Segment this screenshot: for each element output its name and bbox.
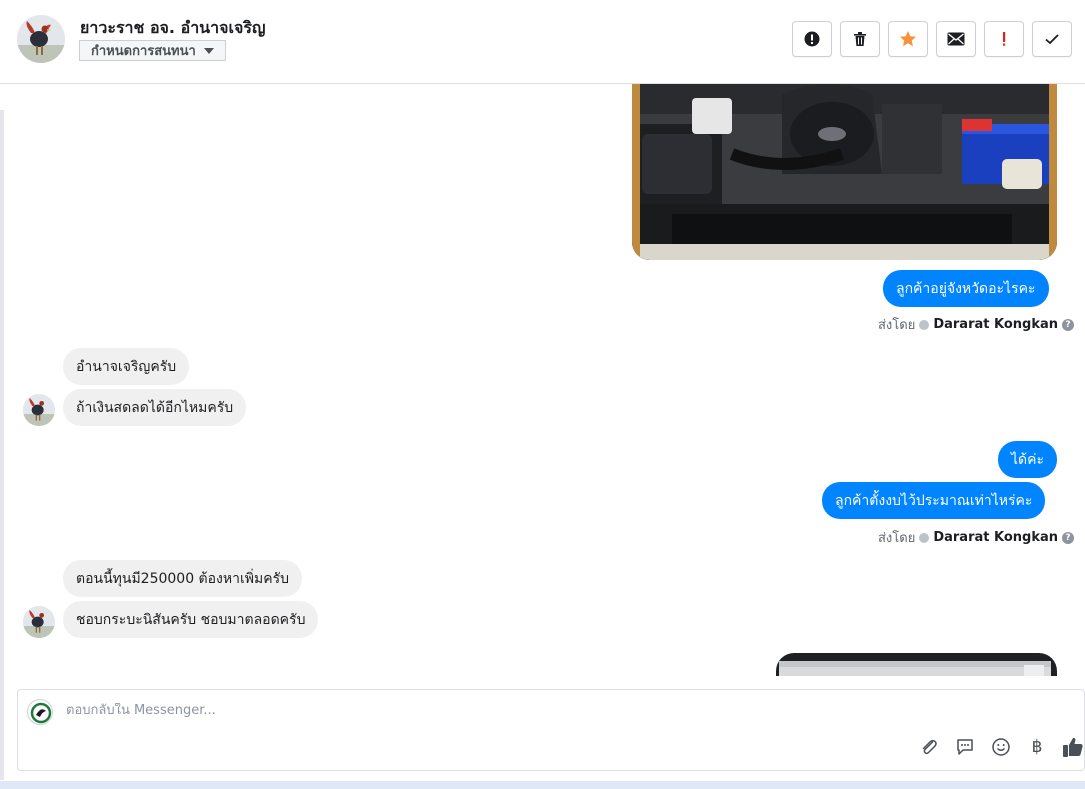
incoming-message[interactable]: ถ้าเงินสดลดได้อีกไหมครับ <box>63 389 247 426</box>
composer-actions: ฿ <box>918 736 1084 758</box>
assign-conversation-label: กำหนดการสนทนา <box>91 44 196 59</box>
contact-avatar[interactable] <box>17 15 65 63</box>
trash-icon <box>854 32 866 46</box>
sent-by-line: ส่งโดย Dararat Kongkan ? <box>878 314 1075 335</box>
spam-button[interactable] <box>792 21 832 57</box>
outgoing-message[interactable]: ลูกค้าอยู่จังหวัดอะไรคะ <box>883 270 1049 307</box>
mark-done-button[interactable] <box>1032 21 1072 57</box>
conversation-header: ยาวะราช อจ. อำนาจเจริญ กำหนดการสนทนา <box>0 0 1085 84</box>
delete-button[interactable] <box>840 21 880 57</box>
footer-strip <box>0 781 1085 789</box>
alert-circle-icon <box>804 31 820 47</box>
assign-conversation-dropdown[interactable]: กำหนดการสนทนา <box>79 40 226 61</box>
verified-dot-icon <box>919 319 930 330</box>
incoming-message[interactable]: อำนาจเจริญครับ <box>63 348 190 385</box>
caret-down-icon <box>203 47 214 54</box>
verified-dot-icon <box>919 532 930 543</box>
sent-by-line: ส่งโดย Dararat Kongkan ? <box>878 527 1075 548</box>
incoming-message[interactable]: ชอบกระบะนิสันครับ ชอบมาตลอดครับ <box>63 601 319 638</box>
sender-name[interactable]: Dararat Kongkan <box>933 530 1058 545</box>
reply-input[interactable] <box>66 703 766 718</box>
paperclip-icon[interactable] <box>918 736 940 758</box>
thumbs-up-icon[interactable] <box>1062 736 1084 758</box>
contact-name: ยาวะราช อจ. อำนาจเจริญ <box>80 18 266 37</box>
photo-attachment[interactable] <box>776 653 1057 676</box>
envelope-icon <box>947 32 965 46</box>
exclamation-icon <box>1003 32 1006 46</box>
incoming-message[interactable]: ตอนนี้ทุนมี250000 ต้องหาเพิ่มครับ <box>63 560 303 597</box>
baht-icon[interactable]: ฿ <box>1026 736 1048 758</box>
outgoing-message[interactable]: ได้ค่ะ <box>998 441 1058 478</box>
outgoing-message[interactable]: ลูกค้าตั้งงบไว้ประมาณเท่าไหร่คะ <box>822 482 1046 519</box>
contact-avatar-small[interactable] <box>23 394 55 426</box>
help-icon[interactable]: ? <box>1062 318 1075 331</box>
contact-avatar-small[interactable] <box>23 606 55 638</box>
saved-reply-icon[interactable] <box>954 736 976 758</box>
help-icon[interactable]: ? <box>1062 531 1075 544</box>
message-thread[interactable]: ลูกค้าอยู่จังหวัดอะไรคะ ส่งโดย Dararat K… <box>0 84 1085 676</box>
sent-by-label: ส่งโดย <box>878 531 916 546</box>
sender-name[interactable]: Dararat Kongkan <box>933 317 1058 332</box>
mark-unread-button[interactable] <box>936 21 976 57</box>
star-icon <box>900 31 916 47</box>
check-icon <box>1045 34 1059 45</box>
conversation-toolbar <box>792 21 1072 57</box>
star-button[interactable] <box>888 21 928 57</box>
emoji-icon[interactable] <box>990 736 1012 758</box>
page-avatar <box>27 699 53 725</box>
sent-by-label: ส่งโดย <box>878 318 916 333</box>
reply-composer: ฿ <box>17 689 1085 771</box>
follow-up-button[interactable] <box>984 21 1024 57</box>
engine-photo-attachment[interactable] <box>632 84 1057 260</box>
